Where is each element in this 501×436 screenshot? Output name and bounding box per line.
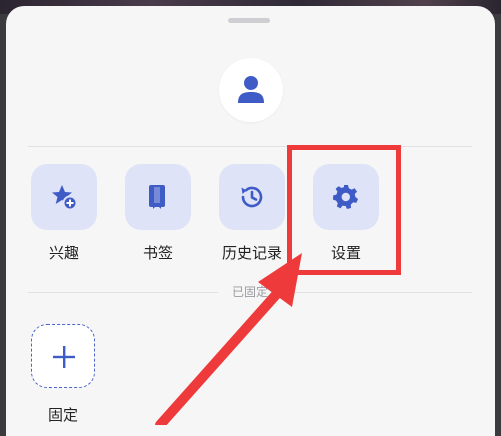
- annotation-arrow: [155, 253, 302, 425]
